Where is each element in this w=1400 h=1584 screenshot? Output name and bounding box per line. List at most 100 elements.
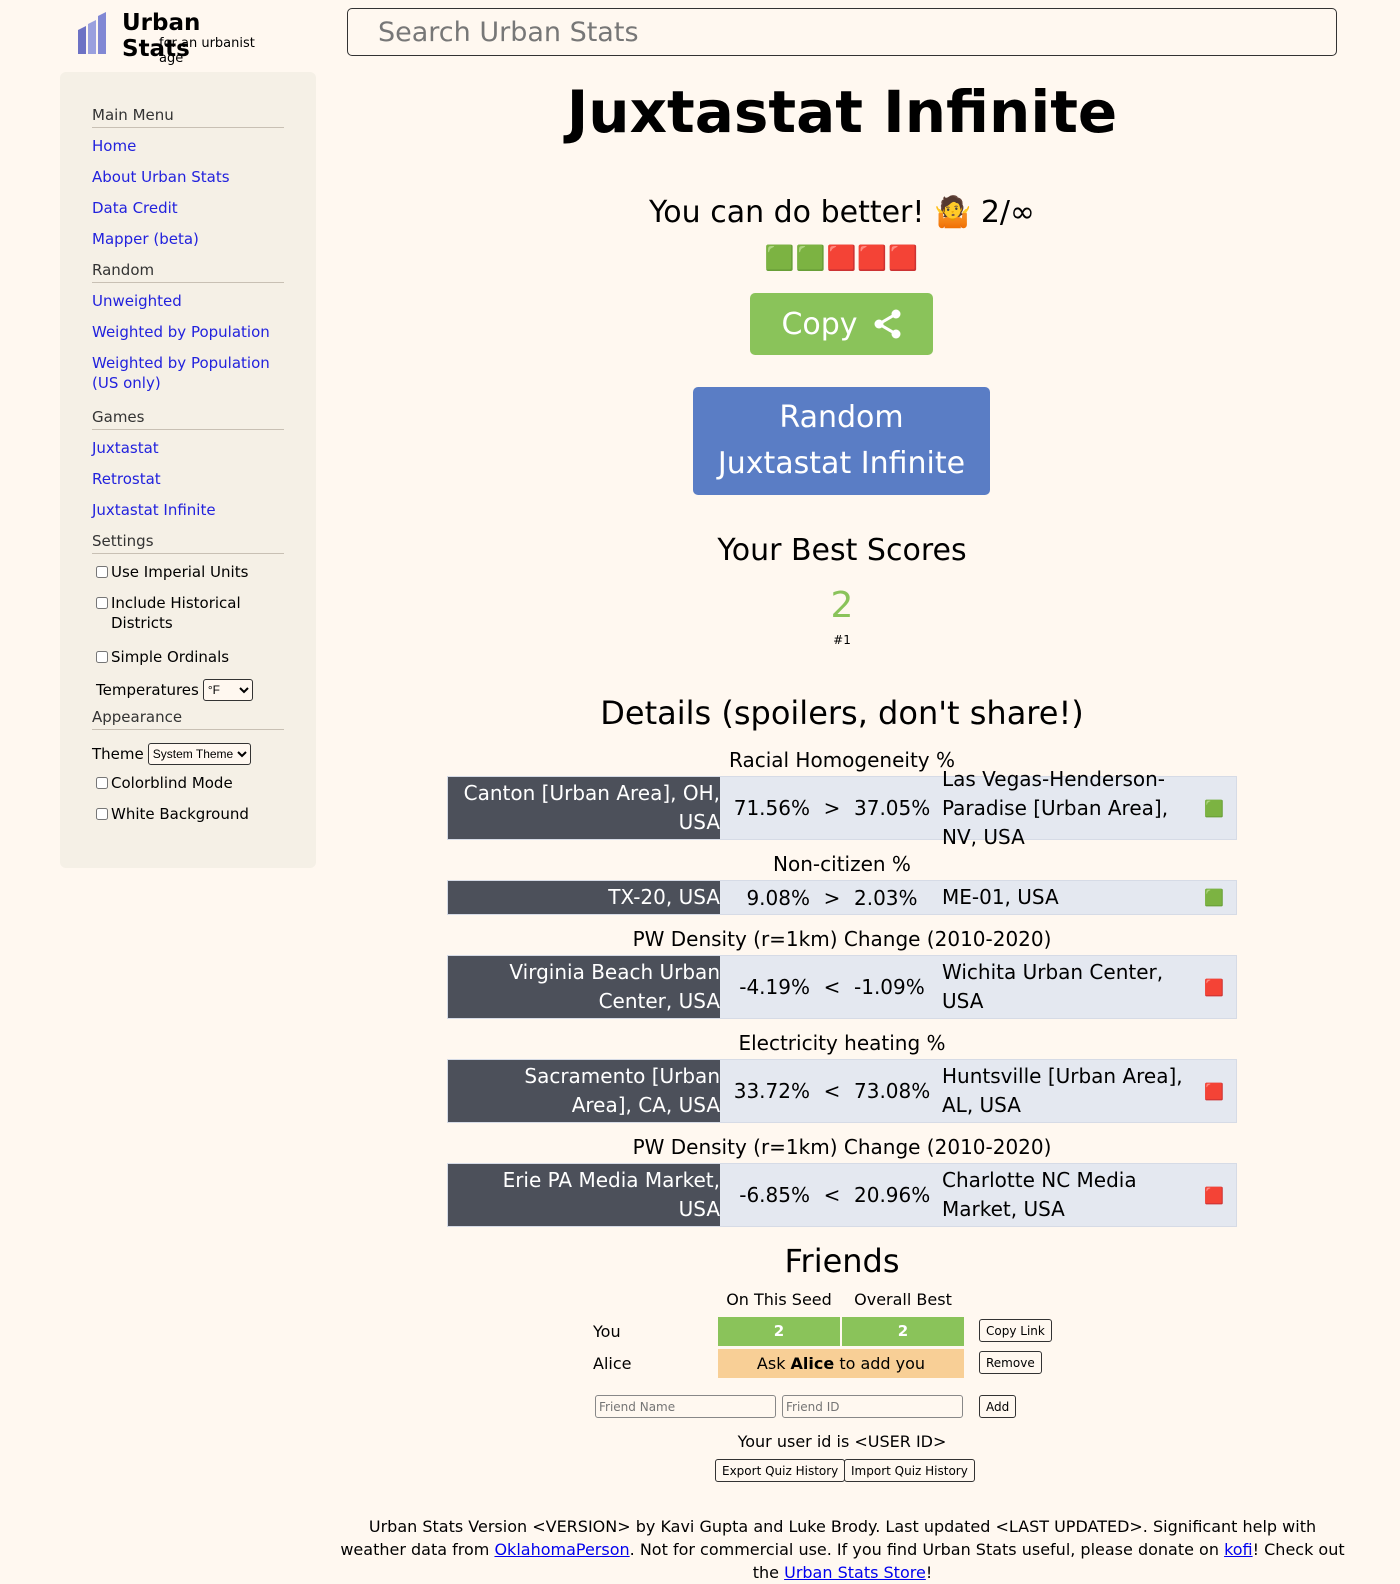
theme-select[interactable]: System Theme	[147, 742, 251, 765]
friend-ask-name: Alice	[790, 1354, 835, 1373]
question-left-region[interactable]: Canton [Urban Area], OH, USA	[448, 777, 720, 839]
import-history-button[interactable]: Import Quiz History	[844, 1459, 975, 1482]
question-right-value: 37.05%	[854, 796, 931, 820]
copy-button-label: Copy	[781, 306, 858, 342]
question-row: TX-20, USA 9.08% > 2.03% ME-01, USA 🟩	[447, 880, 1237, 915]
sidebar-heading-main-menu: Main Menu	[92, 105, 284, 128]
sidebar-item-mapper[interactable]: Mapper (beta)	[92, 229, 284, 260]
share-icon	[874, 309, 901, 339]
footer-link-oklahomaperson[interactable]: OklahomaPerson	[494, 1540, 629, 1559]
white-background-checkbox[interactable]	[96, 808, 108, 820]
export-history-button[interactable]: Export Quiz History	[715, 1459, 846, 1482]
question-result-icon: 🟩	[1204, 888, 1224, 907]
friend-you-best-score: 2	[842, 1317, 964, 1346]
question-left-value: 33.72%	[733, 1079, 810, 1103]
best-score-value: 2	[830, 585, 854, 626]
best-score-rank: #1	[833, 633, 851, 647]
question-left-region[interactable]: Sacramento [Urban Area], CA, USA	[448, 1060, 720, 1122]
question-right-region[interactable]: Wichita Urban Center, USA	[924, 956, 1192, 1018]
footer-text: !	[925, 1563, 933, 1582]
sidebar-item-weighted-population-us[interactable]: Weighted by Population (US only)	[92, 353, 284, 407]
question-result-icon: 🟩	[1204, 798, 1224, 818]
sidebar-item-about[interactable]: About Urban Stats	[92, 167, 284, 198]
simple-ordinals-label: Simple Ordinals	[111, 648, 230, 666]
result-text: You can do better! 🤷 2/∞	[648, 195, 1036, 230]
sidebar-item-juxtastat[interactable]: Juxtastat	[92, 438, 284, 469]
details-heading: Details (spoilers, don't share!)	[600, 694, 1084, 732]
imperial-units-label: Use Imperial Units	[111, 563, 249, 581]
imperial-units-checkbox[interactable]	[96, 566, 108, 578]
sidebar: Main Menu Home About Urban Stats Data Cr…	[60, 72, 316, 868]
question-stat-label: Non-citizen %	[773, 852, 911, 876]
question-right-value: 2.03%	[854, 885, 918, 910]
temperatures-label: Temperatures	[96, 680, 199, 699]
question-comparison: >	[823, 885, 841, 910]
copy-link-button[interactable]: Copy Link	[979, 1319, 1052, 1342]
question-right-region[interactable]: Charlotte NC Media Market, USA	[924, 1164, 1192, 1226]
sidebar-item-weighted-population[interactable]: Weighted by Population	[92, 322, 284, 353]
footer-link-kofi[interactable]: kofi	[1224, 1540, 1253, 1559]
sidebar-heading-appearance: Appearance	[92, 707, 284, 730]
add-friend-button[interactable]: Add	[979, 1395, 1017, 1418]
friend-id-input[interactable]	[782, 1395, 963, 1418]
footer-link-store[interactable]: Urban Stats Store	[784, 1563, 926, 1582]
sidebar-item-data-credit[interactable]: Data Credit	[92, 198, 284, 229]
question-left-region[interactable]: TX-20, USA	[448, 881, 720, 914]
setting-imperial-units[interactable]: Use Imperial Units	[92, 562, 284, 593]
question-result-icon: 🟥	[1204, 1185, 1224, 1205]
setting-temperatures: Temperatures °F	[92, 674, 284, 705]
copy-button[interactable]: Copy	[750, 293, 933, 355]
footer: Urban Stats Version <VERSION> by Kavi Gu…	[340, 1515, 1345, 1584]
sidebar-item-home[interactable]: Home	[92, 136, 284, 167]
setting-historical-districts[interactable]: Include Historical Districts	[92, 593, 284, 647]
result-emojis: 🟩🟩🟥🟥🟥	[764, 244, 920, 272]
site-logo[interactable]: Urban Stats for an urbanist age	[76, 8, 276, 66]
best-scores-heading: Your Best Scores	[717, 533, 967, 568]
historical-districts-checkbox[interactable]	[96, 597, 108, 609]
sidebar-heading-games: Games	[92, 407, 284, 430]
sidebar-heading-random: Random	[92, 260, 284, 283]
setting-colorblind[interactable]: Colorblind Mode	[92, 773, 284, 804]
question-row: Sacramento [Urban Area], CA, USA 33.72% …	[447, 1059, 1237, 1123]
question-result-icon: 🟥	[1204, 977, 1224, 997]
logo-subtitle: for an urbanist age	[159, 36, 255, 66]
setting-white-background[interactable]: White Background	[92, 804, 284, 835]
footer-text: . Not for commercial use. If you find Ur…	[629, 1540, 1225, 1559]
random-juxtastat-button[interactable]: Random Juxtastat Infinite	[693, 387, 990, 495]
friends-col-best: Overall Best	[854, 1290, 952, 1309]
historical-districts-label: Include Historical Districts	[111, 594, 241, 632]
friends-heading: Friends	[784, 1242, 900, 1280]
sidebar-item-retrostat[interactable]: Retrostat	[92, 469, 284, 500]
search-input[interactable]	[347, 8, 1337, 56]
colorblind-checkbox[interactable]	[96, 777, 108, 789]
question-right-region[interactable]: Las Vegas-Henderson-Paradise [Urban Area…	[924, 767, 1192, 849]
friend-name-input[interactable]	[595, 1395, 776, 1418]
logo-icon	[78, 12, 106, 54]
question-comparison: <	[823, 1183, 841, 1207]
question-row: Erie PA Media Market, USA -6.85% < 20.96…	[447, 1163, 1237, 1227]
question-stat-label: PW Density (r=1km) Change (2010-2020)	[632, 927, 1052, 951]
friends-col-seed: On This Seed	[726, 1290, 832, 1309]
remove-friend-button[interactable]: Remove	[979, 1351, 1042, 1374]
question-left-value: -4.19%	[739, 975, 810, 999]
question-comparison: <	[823, 975, 841, 999]
question-stat-label: PW Density (r=1km) Change (2010-2020)	[632, 1135, 1052, 1159]
friend-you-seed-score: 2	[718, 1317, 840, 1346]
question-stat-label: Electricity heating %	[738, 1031, 946, 1055]
question-right-region[interactable]: Huntsville [Urban Area], AL, USA	[924, 1060, 1192, 1122]
page-title: Juxtastat Infinite	[566, 78, 1118, 146]
question-left-region[interactable]: Erie PA Media Market, USA	[448, 1164, 720, 1226]
simple-ordinals-checkbox[interactable]	[96, 651, 108, 663]
question-right-value: -1.09%	[854, 975, 925, 999]
sidebar-item-unweighted[interactable]: Unweighted	[92, 291, 284, 322]
sidebar-item-juxtastat-infinite[interactable]: Juxtastat Infinite	[92, 500, 284, 531]
setting-theme: Theme System Theme	[92, 738, 284, 769]
question-left-region[interactable]: Virginia Beach Urban Center, USA	[448, 956, 720, 1018]
white-background-label: White Background	[111, 805, 249, 823]
question-row: Virginia Beach Urban Center, USA -4.19% …	[447, 955, 1237, 1019]
question-right-region[interactable]: ME-01, USA	[924, 881, 1192, 914]
temperatures-select[interactable]: °F	[202, 678, 253, 701]
sidebar-heading-settings: Settings	[92, 531, 284, 554]
question-left-value: 9.08%	[746, 885, 810, 910]
user-id-text: Your user id is <USER ID>	[737, 1432, 947, 1451]
